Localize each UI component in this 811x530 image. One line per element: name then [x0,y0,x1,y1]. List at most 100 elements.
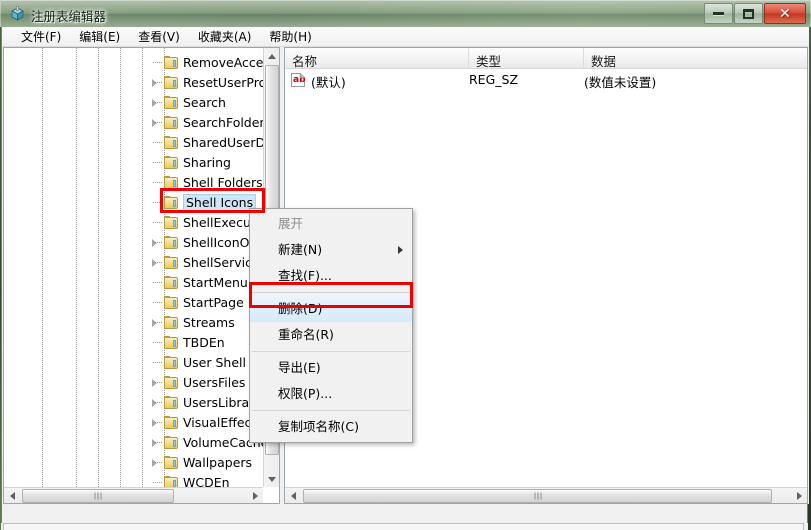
tree-connector-line [153,482,163,483]
close-button[interactable]: ✕ [764,3,806,24]
values-horizontal-scroll-thumb[interactable] [303,489,772,503]
tree-item-label: Streams [183,315,235,330]
tree-item[interactable]: Wallpapers [4,453,264,473]
registry-tree-pane[interactable]: RemoveAcce ResetUserPro Search SearchFolder… [3,47,280,504]
title-bar[interactable]: 注册表编辑器 ✕ [0,0,811,27]
registry-editor-icon [11,6,24,21]
tree-context-menu[interactable]: 展开 新建(N) 查找(F)... 删除(D) 重命名(R) 导出(E) 权限(P)... 复… [249,208,413,443]
tree-scroll-right-button[interactable] [247,488,263,503]
tree-connector-line [153,382,163,383]
tree-item[interactable]: Streams [4,313,264,333]
context-menu-item-label: 重命名(R) [278,327,334,342]
value-row[interactable]: ab (默认) REG_SZ (数值未设置) [285,70,807,90]
folder-icon [164,436,179,450]
tree-connector-line [153,462,163,463]
menu-favorites[interactable]: 收藏夹(A) [189,26,261,47]
tree-horizontal-scrollbar[interactable] [4,487,263,503]
tree-item[interactable]: Search [4,93,264,113]
tree-item[interactable]: TBDEn [4,333,264,353]
chevron-right-icon[interactable] [152,79,157,87]
tree-connector-line [153,402,163,403]
tree-item[interactable]: SearchFolder [4,113,264,133]
tree-item[interactable]: VisualEffects [4,413,264,433]
chevron-right-icon[interactable] [152,379,157,387]
tree-item[interactable]: StartMenu [4,273,264,293]
value-cell-name: (默认) [311,75,346,90]
column-header-type[interactable]: 类型 [469,48,584,69]
tree-item[interactable]: ShellServic [4,253,264,273]
context-menu-separator [252,351,410,352]
tree-item-selected[interactable]: Shell Icons [4,193,264,213]
context-menu-item[interactable]: 新建(N) [250,237,412,263]
chevron-right-icon[interactable] [152,239,157,247]
maximize-restore-button[interactable] [734,3,763,24]
column-header-data[interactable]: 数据 [584,48,807,69]
context-menu-item[interactable]: 重命名(R) [250,322,412,348]
window-title: 注册表编辑器 [31,9,107,24]
chevron-right-icon[interactable] [152,259,157,267]
tree-scroll-down-button[interactable] [264,471,279,487]
restore-icon [743,8,754,19]
tree-connector-line [153,162,163,163]
chevron-right-icon[interactable] [152,419,157,427]
tree-item[interactable]: SharedUserD [4,133,264,153]
tree-connector-line [153,302,163,303]
menu-help[interactable]: 帮助(H) [260,26,320,47]
folder-icon [164,296,179,310]
values-horizontal-scrollbar[interactable] [285,487,807,503]
tree-connector-line [153,202,163,203]
values-scroll-right-button[interactable] [791,488,807,503]
folder-icon [164,196,179,210]
chevron-right-icon[interactable] [152,119,157,127]
context-menu-item[interactable]: 导出(E) [250,355,412,381]
tree-connector-line [153,182,163,183]
chevron-right-icon[interactable] [152,439,157,447]
chevron-right-icon[interactable] [152,319,157,327]
tree-item[interactable]: ShellIconO [4,233,264,253]
tree-item-label: ShellServic [183,255,253,270]
tree-connector-line [153,62,163,63]
tree-item[interactable]: WCDEn [4,473,264,488]
values-scroll-left-button[interactable] [285,488,301,503]
folder-icon [164,316,179,330]
context-menu-item[interactable]: 删除(D) [250,296,412,322]
tree-item-label: Wallpapers [183,455,253,470]
tree-item[interactable]: RemoveAcce [4,53,264,73]
menu-edit[interactable]: 编辑(E) [70,26,129,47]
tree-item[interactable]: ShellExecut [4,213,264,233]
context-menu-item: 展开 [250,211,412,237]
column-header-name[interactable]: 名称 [285,48,469,69]
tree-item-label: UsersFiles [183,375,246,390]
tree-scroll-up-button[interactable] [264,48,279,64]
chevron-right-icon[interactable] [152,459,157,467]
tree-horizontal-scroll-thumb[interactable] [22,489,174,503]
window-controls: ✕ [704,3,806,25]
tree-item-label: StartMenu [183,275,248,290]
context-menu-item[interactable]: 复制项名称(C) [250,414,412,440]
tree-item[interactable]: UsersLibra [4,393,264,413]
chevron-right-icon[interactable] [152,399,157,407]
menu-file[interactable]: 文件(F) [12,26,70,47]
scroll-grip-icon [534,492,541,500]
context-menu-item[interactable]: 权限(P)... [250,381,412,407]
context-menu-separator [252,292,410,293]
tree-item[interactable]: User Shell [4,353,264,373]
tree-item[interactable]: Shell Folders [4,173,264,193]
tree-item[interactable]: StartPage [4,293,264,313]
tree-connector-line [153,362,163,363]
tree-item[interactable]: UsersFiles [4,373,264,393]
tree-item[interactable]: ResetUserPro [4,73,264,93]
tree-item-label: ResetUserPro [183,75,264,90]
tree-item[interactable]: Sharing [4,153,264,173]
folder-icon [164,116,179,130]
tree-item-label: StartPage [183,295,244,310]
values-column-header[interactable]: 名称 类型 数据 [285,48,807,69]
scroll-grip-icon [94,492,102,500]
minimize-button[interactable] [704,3,733,24]
menu-view[interactable]: 查看(V) [129,26,189,47]
tree-scroll-left-button[interactable] [4,488,20,503]
folder-icon [164,456,179,470]
chevron-right-icon[interactable] [152,99,157,107]
context-menu-item[interactable]: 查找(F)... [250,263,412,289]
tree-item[interactable]: VolumeCache [4,433,264,453]
